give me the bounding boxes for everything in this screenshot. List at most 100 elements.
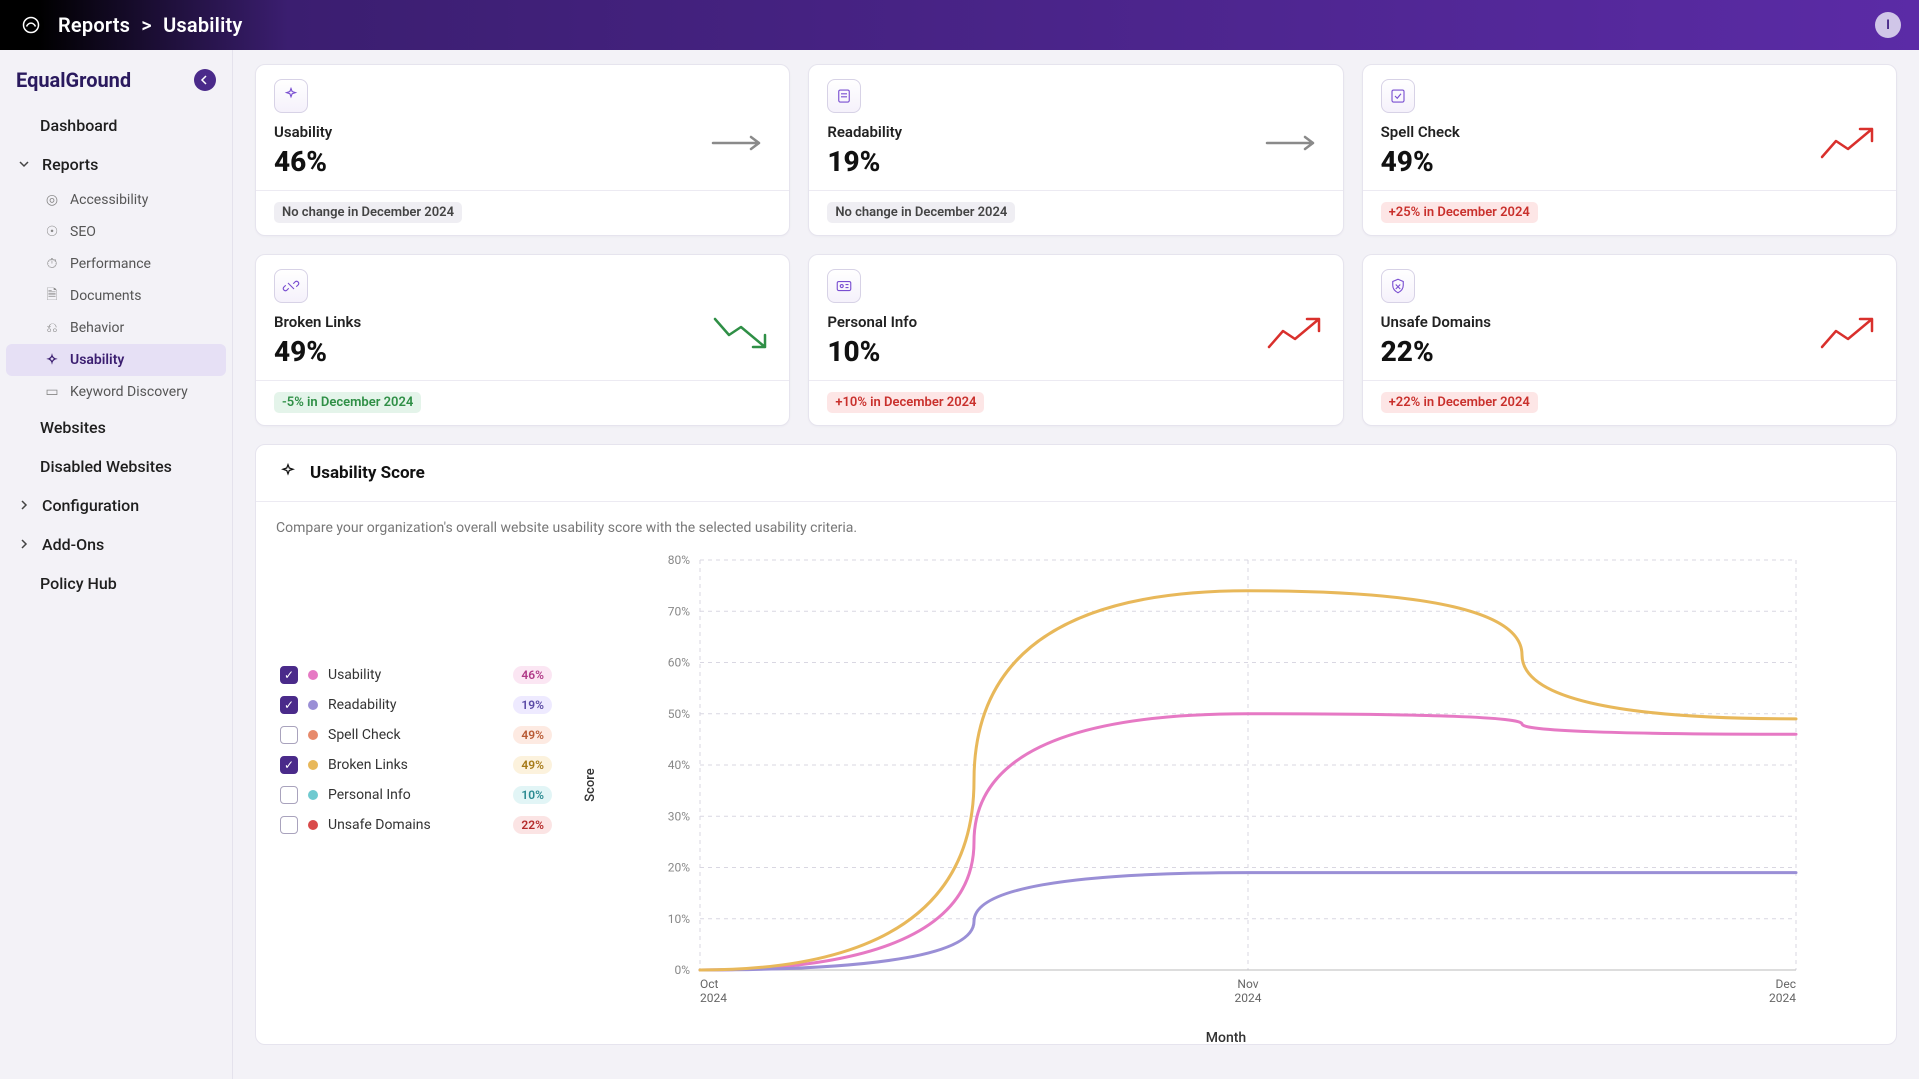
chevron-right-icon [18, 496, 32, 515]
document-icon [827, 79, 861, 113]
legend-item-usability[interactable]: Usability 46% [276, 660, 556, 690]
nav-sub-label: SEO [70, 224, 96, 240]
top-bar: Reports > Usability I [0, 0, 1919, 50]
chevron-right-icon [18, 535, 32, 554]
checkbox[interactable] [280, 696, 298, 714]
color-dot [308, 670, 318, 680]
card-delta: -5% in December 2024 [274, 392, 421, 413]
brand-name: EqualGround [16, 68, 131, 92]
sidebar-collapse-button[interactable] [194, 69, 216, 91]
nav-sub-label: Behavior [70, 320, 124, 336]
color-dot [308, 790, 318, 800]
behavior-icon: ⎌ [44, 320, 60, 336]
legend-pct: 19% [513, 696, 552, 714]
legend-pct: 49% [513, 756, 552, 774]
checkbox[interactable] [280, 816, 298, 834]
color-dot [308, 820, 318, 830]
checkbox[interactable] [280, 666, 298, 684]
trend-flat-icon [711, 121, 771, 165]
nav-reports-documents[interactable]: 🗎 Documents [6, 280, 226, 312]
user-initial: I [1886, 18, 1890, 33]
chart-svg: 0%10%20%30%40%50%60%70%80%Oct2024Nov2024… [576, 550, 1876, 1020]
card-title: Readability [827, 123, 1324, 141]
legend-label: Spell Check [328, 727, 503, 743]
legend-item-spell-check[interactable]: Spell Check 49% [276, 720, 556, 750]
legend-pct: 46% [513, 666, 552, 684]
card-unsafe-domains[interactable]: Unsafe Domains 22% +22% in December 2024 [1362, 254, 1897, 426]
trend-up-icon [1818, 121, 1878, 165]
card-usability[interactable]: Usability 46% No change in December 2024 [255, 64, 790, 236]
color-dot [308, 700, 318, 710]
nav-reports-accessibility[interactable]: ◎ Accessibility [6, 184, 226, 216]
card-personal-info[interactable]: Personal Info 10% +10% in December 2024 [808, 254, 1343, 426]
card-readability[interactable]: Readability 19% No change in December 20… [808, 64, 1343, 236]
nav-websites[interactable]: Websites [6, 408, 226, 447]
card-percent: 22% [1381, 335, 1878, 368]
performance-icon: ⏱ [44, 256, 60, 272]
legend-item-unsafe-domains[interactable]: Unsafe Domains 22% [276, 810, 556, 840]
nav-addons[interactable]: Add-Ons [6, 525, 226, 564]
checkbox[interactable] [280, 726, 298, 744]
color-dot [308, 760, 318, 770]
sidebar: EqualGround Dashboard Reports ◎ Accessibi… [0, 50, 233, 1079]
nav-reports-label: Reports [42, 155, 98, 174]
nav-sub-label: Documents [70, 288, 141, 304]
nav-dashboard-label: Dashboard [40, 116, 117, 135]
usability-score-panel: Usability Score Compare your organizatio… [255, 444, 1897, 1045]
nav-reports-behavior[interactable]: ⎌ Behavior [6, 312, 226, 344]
nav-sub-label: Accessibility [70, 192, 148, 208]
usability-icon: ✧ [44, 352, 60, 368]
legend-item-broken-links[interactable]: Broken Links 49% [276, 750, 556, 780]
nav-dashboard[interactable]: Dashboard [6, 106, 226, 145]
svg-text:2024: 2024 [1769, 991, 1796, 1005]
legend-label: Usability [328, 667, 503, 683]
legend-item-personal-info[interactable]: Personal Info 10% [276, 780, 556, 810]
card-percent: 10% [827, 335, 1324, 368]
accessibility-icon: ◎ [44, 192, 60, 208]
sparkle-icon [274, 79, 308, 113]
user-avatar[interactable]: I [1875, 12, 1901, 38]
chart-legend: Usability 46% Readability 19% Sp [276, 550, 556, 840]
card-percent: 19% [827, 145, 1324, 178]
card-broken-links[interactable]: Broken Links 49% -5% in December 2024 [255, 254, 790, 426]
legend-label: Personal Info [328, 787, 503, 803]
svg-text:40%: 40% [668, 758, 690, 772]
documents-icon: 🗎 [44, 288, 60, 304]
breadcrumb-sep: > [136, 13, 157, 37]
nav-reports-usability[interactable]: ✧Usability [6, 344, 226, 376]
app-logo-icon [18, 12, 44, 38]
checkbox[interactable] [280, 786, 298, 804]
svg-text:2024: 2024 [700, 991, 727, 1005]
trend-flat-icon [1265, 121, 1325, 165]
legend-label: Broken Links [328, 757, 503, 773]
legend-pct: 22% [513, 816, 552, 834]
svg-text:80%: 80% [668, 553, 690, 567]
chevron-down-icon [18, 155, 32, 174]
nav-reports[interactable]: Reports [6, 145, 226, 184]
nav-reports-keyword[interactable]: ▭Keyword Discovery [6, 376, 226, 408]
card-delta: No change in December 2024 [827, 202, 1015, 223]
nav-reports-performance[interactable]: ⏱ Performance [6, 248, 226, 280]
nav-policy-label: Policy Hub [40, 574, 117, 593]
legend-item-readability[interactable]: Readability 19% [276, 690, 556, 720]
nav-websites-label: Websites [40, 418, 106, 437]
breadcrumb-root[interactable]: Reports [58, 13, 130, 37]
card-delta: +10% in December 2024 [827, 392, 984, 413]
nav-disabled-websites[interactable]: Disabled Websites [6, 447, 226, 486]
nav-policy-hub[interactable]: Policy Hub [6, 564, 226, 603]
nav-sub-label: Performance [70, 256, 151, 272]
svg-text:Dec: Dec [1775, 977, 1796, 991]
card-percent: 49% [1381, 145, 1878, 178]
panel-header: Usability Score [256, 445, 1896, 502]
card-title: Usability [274, 123, 771, 141]
nav-addons-label: Add-Ons [42, 535, 104, 554]
legend-pct: 49% [513, 726, 552, 744]
check-icon [1381, 79, 1415, 113]
nav-reports-seo[interactable]: ☉SEO [6, 216, 226, 248]
checkbox[interactable] [280, 756, 298, 774]
legend-label: Unsafe Domains [328, 817, 503, 833]
nav-configuration[interactable]: Configuration [6, 486, 226, 525]
trend-up-icon [1818, 311, 1878, 355]
svg-text:70%: 70% [668, 604, 690, 618]
card-spell-check[interactable]: Spell Check 49% +25% in December 2024 [1362, 64, 1897, 236]
